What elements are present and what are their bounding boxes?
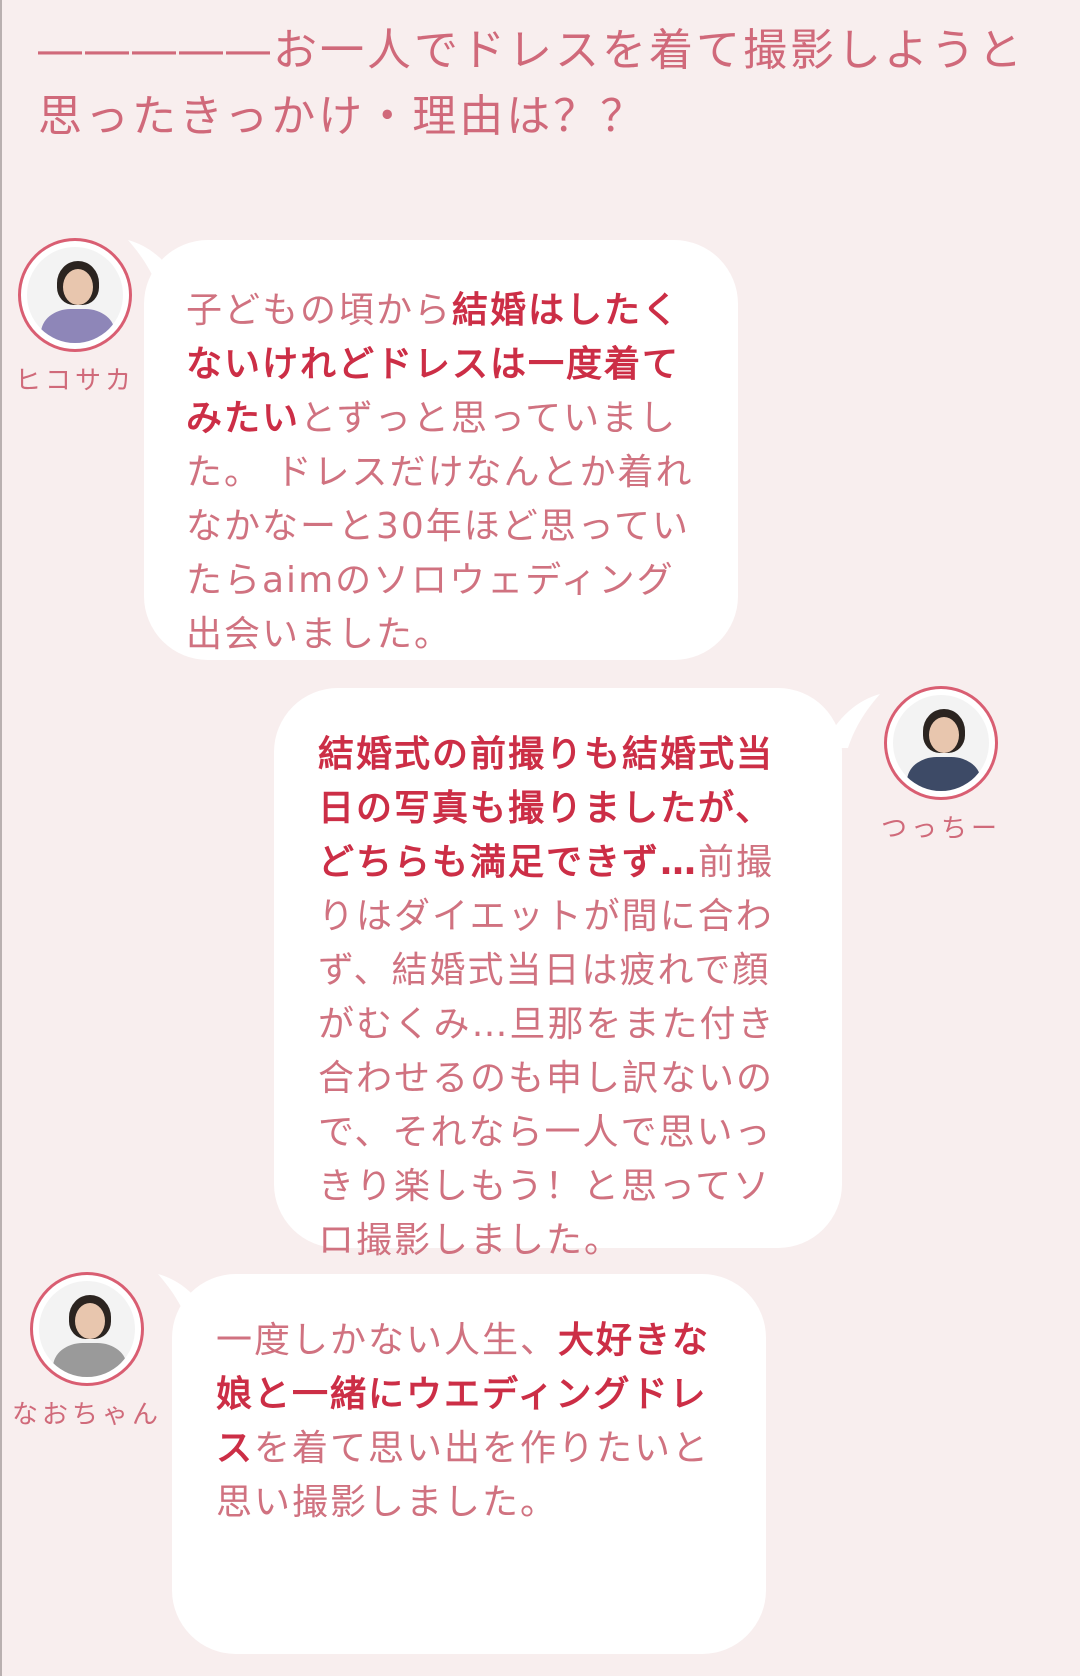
message-bubble-3: 一度しかない人生、大好きな娘と一緒にウエディングドレスを着て思い出を作りたいと思…	[172, 1274, 766, 1654]
avatar	[18, 238, 132, 352]
avatar	[884, 686, 998, 800]
speaker-name: ヒコサカ	[14, 366, 135, 396]
message-bubble-2: 結婚式の前撮りも結婚式当日の写真も撮りましたが、どちらも満足できず…前撮りはダイ…	[274, 688, 842, 1261]
interview-question: ―――――お一人でドレスを着て撮影しようと思ったきっかけ・理由は？？	[38, 25, 1025, 142]
message-text: 前撮りはダイエットが間に合わず、結婚式当日は疲れで顔がむくみ…旦那をまた付き合わ…	[318, 842, 776, 1261]
page-left-border	[0, 0, 2, 1676]
speaker-tsucchi: つっちー	[878, 686, 1004, 845]
message-text: 子どもの頃から	[186, 290, 453, 331]
speaker-name: なおちゃん	[12, 1400, 163, 1430]
speaker-name: つっちー	[880, 814, 1001, 844]
speaker-naochan: なおちゃん	[12, 1272, 162, 1431]
message-text: 一度しかない人生、	[216, 1320, 559, 1361]
message-text: を着て思い出を作りたいと思い撮影しました。	[216, 1428, 711, 1523]
avatar	[30, 1272, 144, 1386]
message-bubble-1: 子どもの頃から結婚はしたくないけれどドレスは一度着てみたいとずっと思っていました…	[144, 240, 738, 660]
